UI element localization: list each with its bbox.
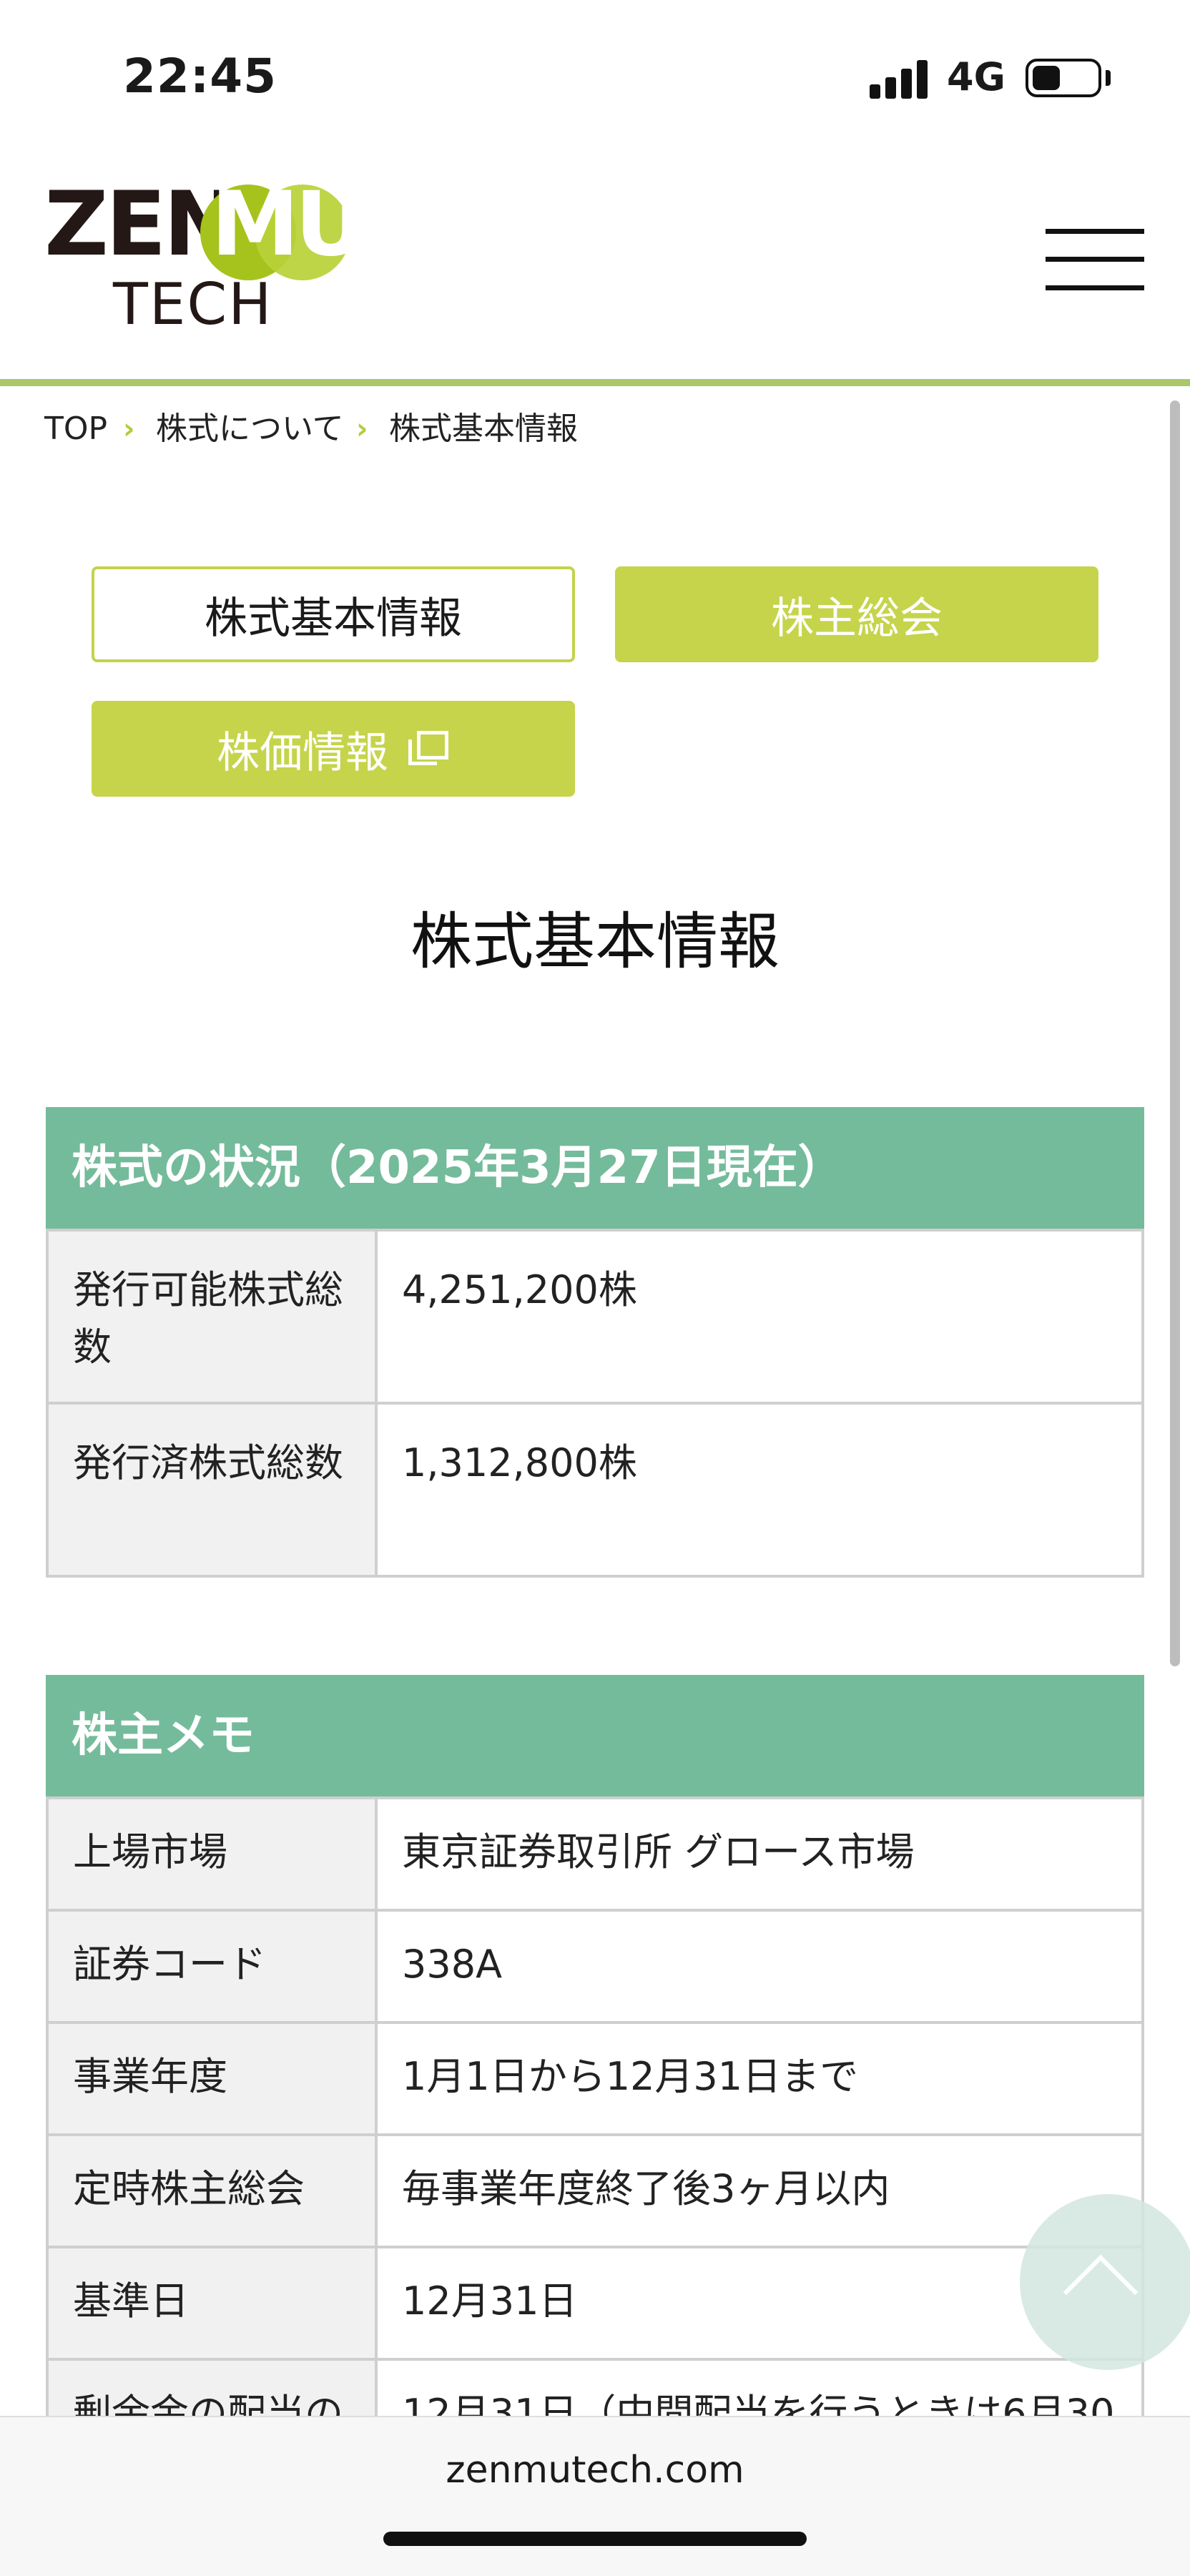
breadcrumb-current: 株式基本情報 [389, 411, 578, 447]
table-row: 証券コード 338A [46, 1909, 1144, 2024]
stock-status-heading: 株式の状況（2025年3月27日現在） [46, 1107, 1144, 1229]
battery-tip [1106, 70, 1111, 86]
address-bar-url[interactable]: zenmutech.com [0, 2449, 1190, 2492]
chevron-up-icon [1063, 2254, 1139, 2330]
stock-price-label: 株価情報 [217, 727, 388, 778]
table-key: 発行可能株式総数 [46, 1229, 378, 1405]
shareholder-memo-table: 上場市場 東京証券取引所 グロース市場 証券コード 338A 事業年度 1月1日… [46, 1796, 1144, 2473]
breadcrumb-top[interactable]: TOP [44, 409, 107, 449]
stock-status-table: 発行可能株式総数 4,251,200株 発行済株式総数 1,312,800株 [46, 1229, 1144, 1578]
browser-bottom-bar [0, 2416, 1190, 2576]
shareholders-meeting-button[interactable]: 株主総会 [615, 566, 1098, 662]
table-value: 毎事業年度終了後3ヶ月以内 [375, 2133, 1144, 2248]
basic-info-label: 株式基本情報 [205, 593, 462, 644]
table-key: 証券コード [46, 1909, 378, 2024]
shareholder-memo-heading: 株主メモ [46, 1675, 1144, 1796]
hamburger-menu-icon[interactable] [1046, 229, 1144, 290]
network-type: 4G [947, 54, 1005, 99]
table-key: 事業年度 [46, 2021, 378, 2136]
site-logo[interactable] [0, 0, 1, 1]
table-row: 事業年度 1月1日から12月31日まで [46, 2021, 1144, 2136]
back-to-top-button[interactable] [1020, 2194, 1190, 2370]
table-value: 4,251,200株 [375, 1229, 1144, 1405]
table-row: 発行済株式総数 1,312,800株 [46, 1402, 1144, 1578]
table-row: 発行可能株式総数 4,251,200株 [46, 1229, 1144, 1405]
page-title: 株式基本情報 [410, 906, 780, 978]
signal-strength-icon [870, 60, 930, 99]
basic-info-button[interactable]: 株式基本情報 [92, 566, 575, 662]
breadcrumb-separator-icon: › [123, 413, 135, 446]
table-value: 東京証券取引所 グロース市場 [375, 1796, 1144, 1912]
table-value: 1,312,800株 [375, 1402, 1144, 1578]
table-key: 上場市場 [46, 1796, 378, 1912]
external-link-icon [408, 731, 450, 767]
home-indicator[interactable] [383, 2532, 807, 2546]
logo-text-tech[interactable]: TECH [113, 276, 272, 333]
battery-icon [1026, 59, 1101, 97]
table-row: 基準日 12月31日 [46, 2246, 1144, 2361]
table-row: 定時株主総会 毎事業年度終了後3ヶ月以内 [46, 2133, 1144, 2248]
logo-text-mu[interactable]: MU [211, 180, 367, 269]
stock-price-button[interactable]: 株価情報 [92, 701, 575, 797]
table-row: 上場市場 東京証券取引所 グロース市場 [46, 1796, 1144, 1912]
table-key: 基準日 [46, 2246, 378, 2361]
table-key: 定時株主総会 [46, 2133, 378, 2248]
header-divider [0, 379, 1190, 386]
table-key: 発行済株式総数 [46, 1402, 378, 1578]
table-value: 338A [375, 1909, 1144, 2024]
scrollbar[interactable] [1170, 400, 1180, 1666]
shareholders-meeting-label: 株主総会 [771, 593, 943, 644]
breadcrumb-separator-icon: › [356, 413, 368, 446]
status-time: 22:45 [123, 49, 277, 104]
breadcrumb-stock-about[interactable]: 株式について [156, 409, 344, 449]
table-value: 1月1日から12月31日まで [375, 2021, 1144, 2136]
